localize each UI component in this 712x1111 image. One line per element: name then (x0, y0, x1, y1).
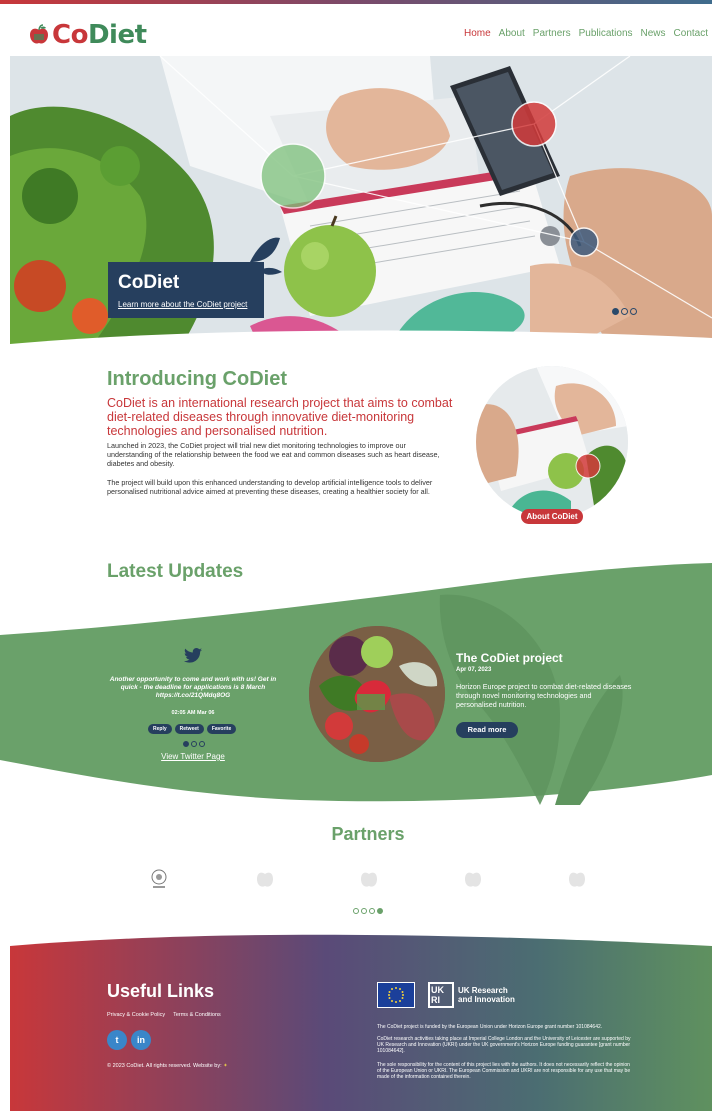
read-more-button[interactable]: Read more (456, 722, 518, 738)
intro-photo (476, 366, 628, 518)
disclaimer-text: The sole responsibility for the content … (377, 1062, 631, 1080)
copyright-text: © 2023 CoDiet. All rights reserved. Webs… (107, 1063, 228, 1069)
footer-links: Privacy & Cookie Policy Terms & Conditio… (107, 1012, 221, 1018)
partner-dot[interactable] (377, 908, 383, 914)
twitter-social-icon[interactable]: t (107, 1030, 127, 1050)
news-date: Apr 07, 2023 (456, 667, 492, 673)
partner-dot[interactable] (361, 908, 367, 914)
news-image (309, 626, 445, 762)
intro-lead: CoDiet is an international research proj… (107, 396, 453, 438)
updates-heading: Latest Updates (107, 561, 244, 582)
tweet-dot[interactable] (183, 741, 189, 747)
main-nav: Home About Partners Publications News Co… (464, 28, 708, 39)
hero-card: CoDiet Learn more about the CoDiet proje… (108, 262, 264, 318)
partner-seal-logo[interactable] (148, 868, 170, 890)
favorite-button[interactable]: Favorite (206, 724, 237, 734)
nav-about[interactable]: About (499, 28, 525, 39)
site-header: CoDiet Home About Partners Publications … (0, 4, 712, 62)
hero-dot[interactable] (630, 308, 637, 315)
retweet-button[interactable]: Retweet (174, 724, 204, 734)
partner-dot[interactable] (353, 908, 359, 914)
linkedin-social-icon[interactable]: in (131, 1030, 151, 1050)
about-codiet-button[interactable]: About CoDiet (521, 509, 583, 524)
hero-dot[interactable] (612, 308, 619, 315)
intro-image (476, 366, 628, 518)
tweet-dot[interactable] (199, 741, 205, 747)
nav-publications[interactable]: Publications (579, 28, 633, 39)
logo-wordmark: CoDiet (52, 20, 147, 50)
privacy-policy-link[interactable]: Privacy & Cookie Policy (107, 1012, 165, 1018)
hero-title: CoDiet (118, 272, 180, 293)
developer-logo-icon[interactable]: ✦ (223, 1063, 228, 1069)
tweet-text: Another opportunity to come and work wit… (109, 676, 277, 699)
ukri-support-text: CoDiet research activities taking place … (377, 1036, 631, 1054)
partner-logo[interactable] (462, 868, 484, 890)
footer-heading: Useful Links (107, 981, 215, 1001)
partner-logo[interactable] (358, 868, 380, 890)
ukri-mark: UK RI (428, 982, 454, 1008)
intro-paragraph: Launched in 2023, the CoDiet project wil… (107, 441, 440, 468)
tweet-carousel-dots (183, 741, 205, 747)
intro-heading: Introducing CoDiet (107, 368, 287, 390)
partners-carousel-dots (353, 908, 383, 914)
funding-text: The CoDiet project is funded by the Euro… (377, 1024, 603, 1030)
partner-logo[interactable] (566, 868, 588, 890)
nav-contact[interactable]: Contact (674, 28, 708, 39)
tweet-time: 02:05 AM Mar 06 (171, 710, 215, 716)
terms-link[interactable]: Terms & Conditions (173, 1012, 221, 1018)
eu-flag-logo (377, 982, 415, 1008)
reply-button[interactable]: Reply (148, 724, 172, 734)
view-twitter-link[interactable]: View Twitter Page (108, 752, 278, 761)
hero-learn-more-link[interactable]: Learn more about the CoDiet project (118, 300, 254, 309)
codiet-logo[interactable]: CoDiet (28, 20, 147, 50)
news-description: Horizon Europe project to combat diet-re… (456, 682, 632, 709)
ukri-logo: UK RI UK Research and Innovation (428, 982, 515, 1008)
news-photo (309, 626, 445, 762)
intro-paragraph: The project will build upon this enhance… (107, 478, 433, 496)
twitter-icon (184, 648, 202, 663)
news-title: The CoDiet project (456, 651, 563, 665)
ukri-name: UK Research and Innovation (458, 986, 515, 1004)
tweet-dot[interactable] (191, 741, 197, 747)
apple-logo-icon (30, 24, 48, 44)
hero-dot[interactable] (621, 308, 628, 315)
partner-logo[interactable] (254, 868, 276, 890)
partners-heading: Partners (331, 824, 405, 844)
nav-home[interactable]: Home (464, 28, 491, 39)
tweet-actions: Reply Retweet Favorite (148, 724, 237, 734)
hero-carousel-dots (612, 308, 637, 315)
nav-news[interactable]: News (641, 28, 666, 39)
nav-partners[interactable]: Partners (533, 28, 571, 39)
hero-banner: CoDiet Learn more about the CoDiet proje… (10, 56, 712, 348)
partner-dot[interactable] (369, 908, 375, 914)
